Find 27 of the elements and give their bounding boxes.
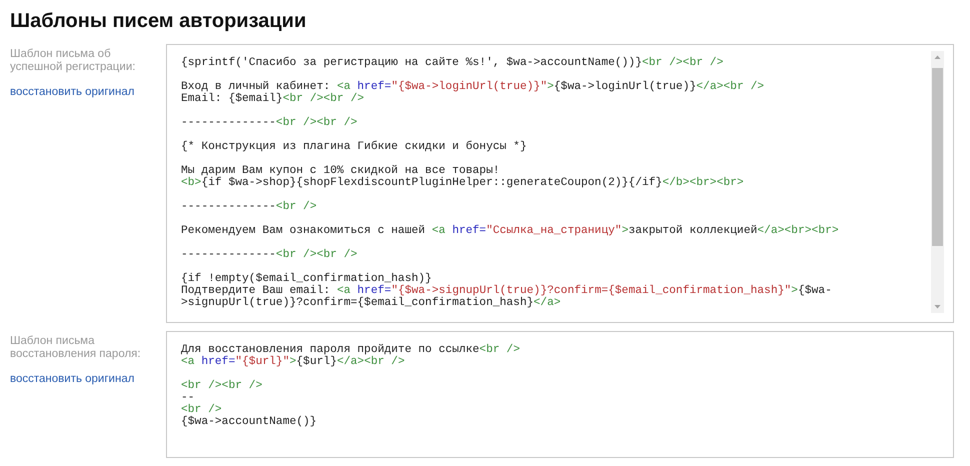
code-line: Мы дарим Вам купон с 10% скидкой на все товары! xyxy=(181,164,500,177)
code-line: Рекомендуем Вам ознакомиться с нашей <a href="Ссылка_на_страницу">закрытой коллекцией</a><br><br> xyxy=(181,224,840,237)
code-line: {* Конструкция из плагина Гибкие скидки и бонусы *} xyxy=(181,140,528,153)
code-line: --------------<br /><br /> xyxy=(181,116,358,129)
code-line: Для восстановления пароля пройдите по ссылке<br /> xyxy=(181,344,521,356)
code-line: Email: {$email}<br /><br /> xyxy=(181,93,366,105)
template-label: Шаблон письма восстановления пароля: xyxy=(10,335,142,361)
code-line: --------------<br /> xyxy=(181,200,318,213)
code-line: {sprintf('Спасибо за регистрацию на сайте %s!', $wa->accountName())}<br /><br /> xyxy=(181,57,724,69)
code-line: {$wa->accountName()} xyxy=(181,416,318,428)
code-line: <br /> xyxy=(181,404,222,416)
code-editor[interactable]: Для восстановления пароля пройдите по ссылке<br /> <a href="{$url}">{$url}</a><br /> <br /><br /> -- <br /> {$wa->accountName()} xyxy=(166,331,954,458)
scrollbar-drawing[interactable] xyxy=(931,51,944,313)
code-line: {if !empty($email_confirmation_hash)} xyxy=(181,272,432,285)
page-title: Шаблоны писем авторизации xyxy=(10,9,308,34)
template-label: Шаблон письма об успешной регистрации: xyxy=(10,48,136,74)
restore-original-link[interactable]: восстановить оригинал xyxy=(10,86,134,98)
code-line: -- xyxy=(181,392,195,404)
code-line: <b>{if $wa->shop}{shopFlexdiscountPluginHelper::generateCoupon(2)}{/if}</b><br><br> xyxy=(181,177,745,189)
code-editor[interactable] xyxy=(166,44,954,323)
code-line: --------------<br /><br /> xyxy=(181,248,358,261)
restore-original-link[interactable]: восстановить оригинал xyxy=(10,373,134,385)
code-line: <a href="{$url}">{$url}</a><br /> xyxy=(181,356,406,368)
code-line: >signupUrl(true)}?confirm={$email_confirmation_hash}</a> xyxy=(181,297,562,309)
code-line: Вход в личный кабинет: <a href="{$wa->loginUrl(true)}">{$wa->loginUrl(true)}</a><br /> xyxy=(181,80,766,93)
code-line: <br /><br /> xyxy=(181,378,264,392)
code-line: Подтвердите Ваш email: <a href="{$wa->signupUrl(true)}?confirm={$email_confirmation_hash}">{$wa- xyxy=(181,285,833,297)
